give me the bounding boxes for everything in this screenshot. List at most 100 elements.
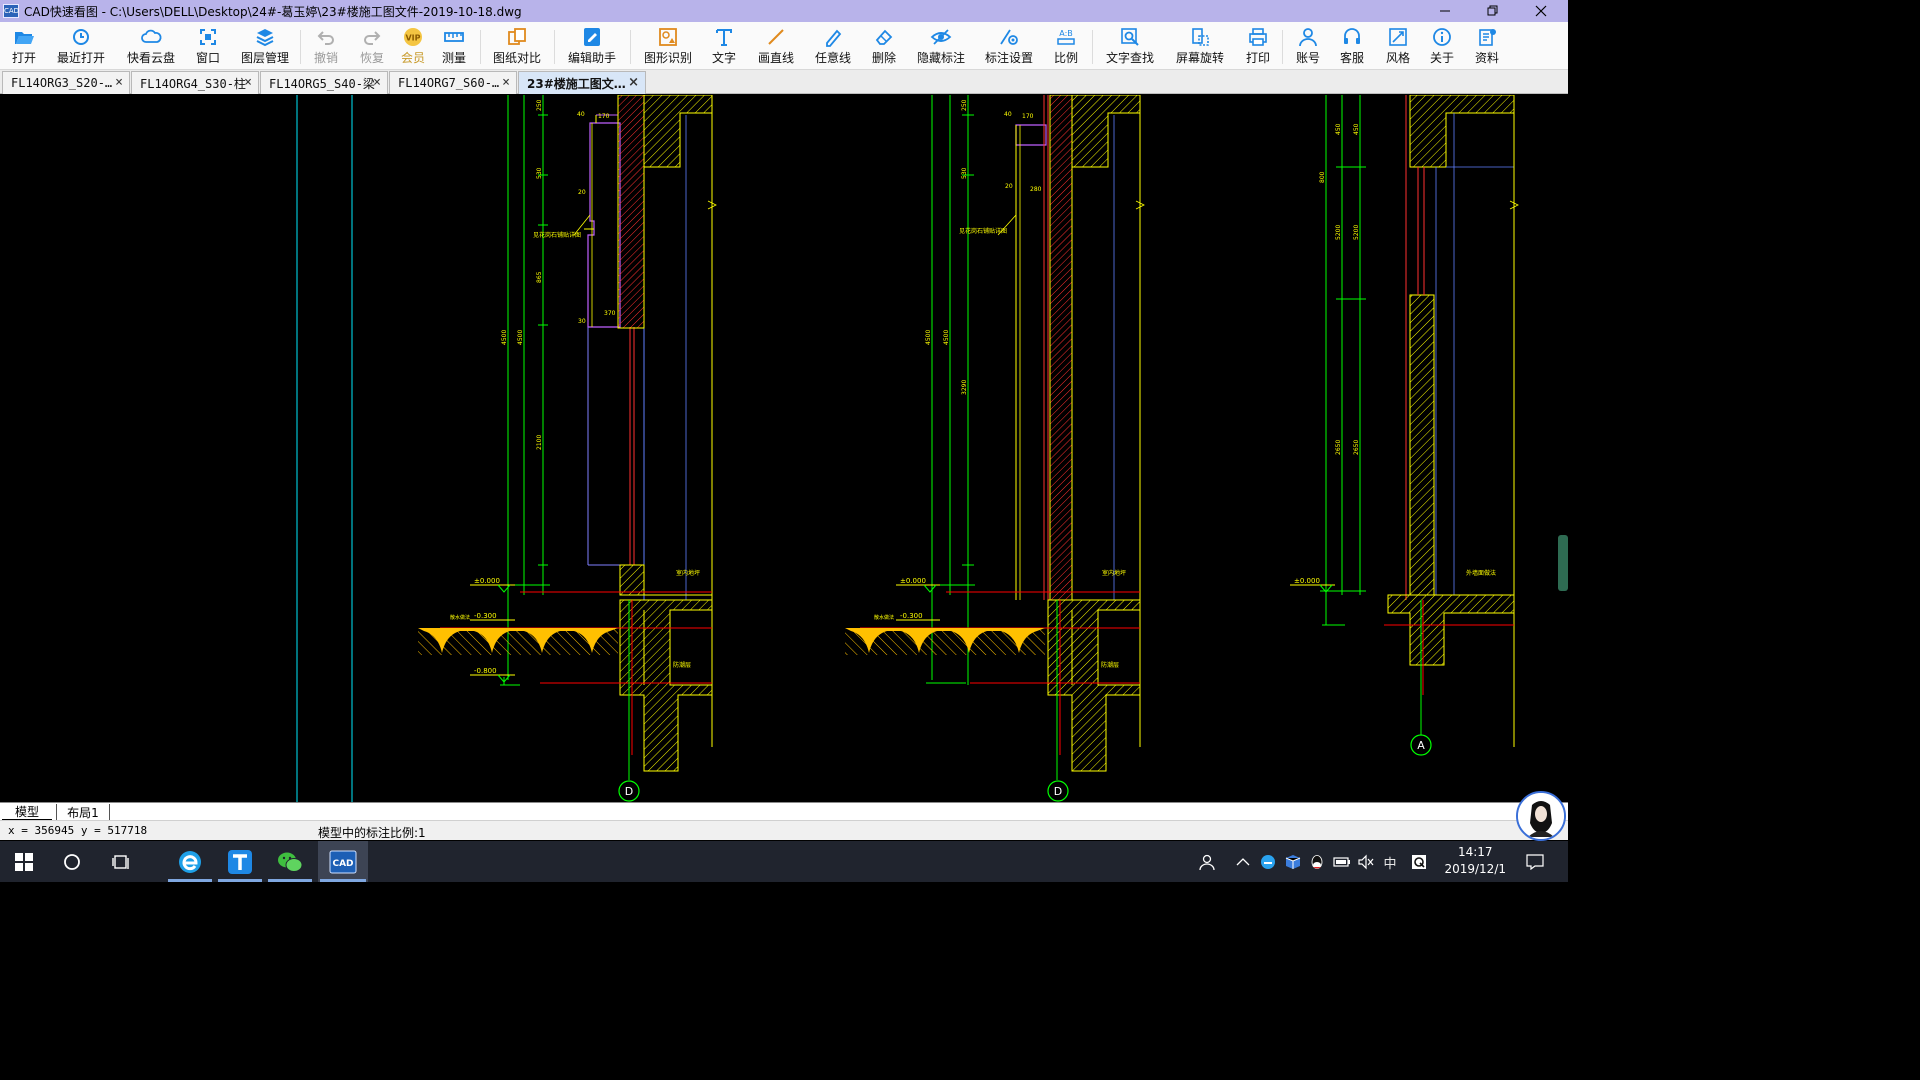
resources-button[interactable]: 资料 [1468,24,1506,68]
package-tray-icon[interactable] [1284,853,1302,871]
svg-text:2650: 2650 [1353,440,1360,455]
people-icon[interactable] [1198,853,1216,871]
system-clock[interactable]: 14:17 2019/12/1 [1444,844,1506,878]
avatar[interactable] [1516,791,1566,841]
tab-document-3[interactable]: FL14ORG5_S40-梁 × [260,71,388,94]
screen-rotate-label: 屏幕旋转 [1175,51,1224,65]
close-tab-icon[interactable]: × [502,75,510,90]
open-label: 打开 [11,51,36,65]
tab-label: FL14ORG4_S30-柱 [140,76,246,91]
about-label: 关于 [1429,51,1454,65]
svg-text:530: 530 [536,167,543,179]
svg-text:20: 20 [1005,183,1013,190]
tab-document-1[interactable]: FL14ORG3_S20-… × [2,71,130,94]
tab-model[interactable]: 模型 [2,804,52,821]
rotate-icon [1192,28,1209,46]
dim-settings-button[interactable]: 标注设置 [980,24,1038,68]
print-button[interactable]: 打印 [1240,24,1276,68]
battery-icon[interactable] [1333,853,1351,871]
start-button[interactable] [0,841,48,882]
shape-recognition-button[interactable]: 图形识别 [640,24,696,68]
tab-document-5-active[interactable]: 23#楼施工图文… × [518,71,646,94]
close-tab-icon[interactable]: × [628,75,639,90]
tab-layout1[interactable]: 布局1 [56,804,110,821]
tab-document-4[interactable]: FL14ORG7_S60-… × [389,71,517,94]
print-label: 打印 [1245,51,1270,65]
text-search-button[interactable]: 文字查找 [1100,24,1160,68]
taskbar-ie-browser[interactable] [166,841,214,882]
recent-label: 最近打开 [56,51,105,65]
task-view-button[interactable] [98,841,146,882]
about-button[interactable]: 关于 [1424,24,1460,68]
wall-section-1: 4500 4500 2100 865 530 250 40 170 20 30 … [418,95,717,802]
close-tab-icon[interactable]: × [244,75,252,90]
svg-text:散水做法: 散水做法 [450,614,470,621]
svg-text:800: 800 [1319,171,1326,183]
window-title: CAD快速看图 - C:\Users\DELL\Desktop\24#-葛玉婷\… [24,4,522,19]
svg-text:2650: 2650 [1335,440,1342,455]
redo-label: 恢复 [359,51,384,65]
style-button[interactable]: 风格 [1380,24,1416,68]
svg-text:-0.300: -0.300 [474,612,497,620]
vip-label: 会员 [400,51,425,65]
support-button[interactable]: 客服 [1334,24,1370,68]
chevron-up-icon[interactable] [1234,853,1252,871]
cloud-icon [141,29,162,43]
layers-button[interactable]: 图层管理 [236,24,294,68]
taskbar-wechat[interactable] [266,841,314,882]
qq-tray-icon[interactable] [1308,853,1326,871]
svg-text:D: D [625,785,633,798]
draw-line-button[interactable]: 画直线 [752,24,800,68]
taskbar-text-app[interactable] [216,841,264,882]
freehand-line-button[interactable]: 任意线 [810,24,856,68]
hide-dims-button[interactable]: 隐藏标注 [912,24,970,68]
cloud-label: 快看云盘 [126,51,175,65]
close-tab-icon[interactable]: × [373,75,381,90]
dim-settings-label: 标注设置 [984,51,1033,65]
svg-text:30: 30 [578,318,586,325]
browser-tray-icon[interactable] [1259,853,1277,871]
svg-text:170: 170 [1022,113,1034,120]
compare-icon [508,28,526,45]
taskbar-cad-viewer[interactable]: CAD [318,841,368,882]
recent-button[interactable]: 最近打开 [52,24,110,68]
svg-text:450: 450 [1353,123,1360,135]
restore-button[interactable] [1470,0,1516,22]
ratio-button[interactable]: A:B 比例 [1048,24,1084,68]
notification-icon[interactable] [1526,853,1544,871]
ime-indicator[interactable]: 中 [1381,853,1399,872]
close-tab-icon[interactable]: × [115,75,123,90]
volume-muted-icon[interactable] [1357,853,1375,871]
svg-text:见花岗石铺贴详图: 见花岗石铺贴详图 [959,227,1007,235]
compare-button[interactable]: 图纸对比 [488,24,546,68]
shape-recognition-label: 图形识别 [643,51,692,65]
cad-drawing: 4500 4500 2100 865 530 250 40 170 20 30 … [296,95,1568,802]
screen-rotate-button[interactable]: 屏幕旋转 [1170,24,1230,68]
edit-helper-button[interactable]: 编辑助手 [562,24,622,68]
close-window-button[interactable] [1518,0,1564,22]
undo-button[interactable]: 撤销 [308,24,344,68]
redo-button[interactable]: 恢复 [354,24,390,68]
pen-icon [826,29,842,47]
search-icon [1121,28,1139,46]
vip-button[interactable]: VIP 会员 [396,24,430,68]
delete-button[interactable]: 删除 [866,24,902,68]
account-button[interactable]: 账号 [1290,24,1326,68]
minimize-button[interactable] [1422,0,1468,22]
svg-text:250: 250 [536,99,543,111]
vertical-scrollbar[interactable] [1558,535,1568,591]
text-app-icon [228,849,252,874]
open-button[interactable]: 打开 [6,24,42,68]
window-button[interactable]: 窗口 [190,24,226,68]
drawing-canvas[interactable]: 4500 4500 2100 865 530 250 40 170 20 30 … [0,95,1568,802]
account-label: 账号 [1295,51,1320,65]
text-button[interactable]: 文字 [706,24,742,68]
svg-text:2100: 2100 [536,435,543,450]
svg-text:40: 40 [577,111,585,118]
input-method-icon[interactable] [1410,853,1428,871]
cloud-button[interactable]: 快看云盘 [122,24,180,68]
measure-button[interactable]: 测量 [436,24,472,68]
search-button[interactable] [48,841,96,882]
headset-icon [1344,28,1360,44]
tab-document-2[interactable]: FL14ORG4_S30-柱 × [131,71,259,94]
